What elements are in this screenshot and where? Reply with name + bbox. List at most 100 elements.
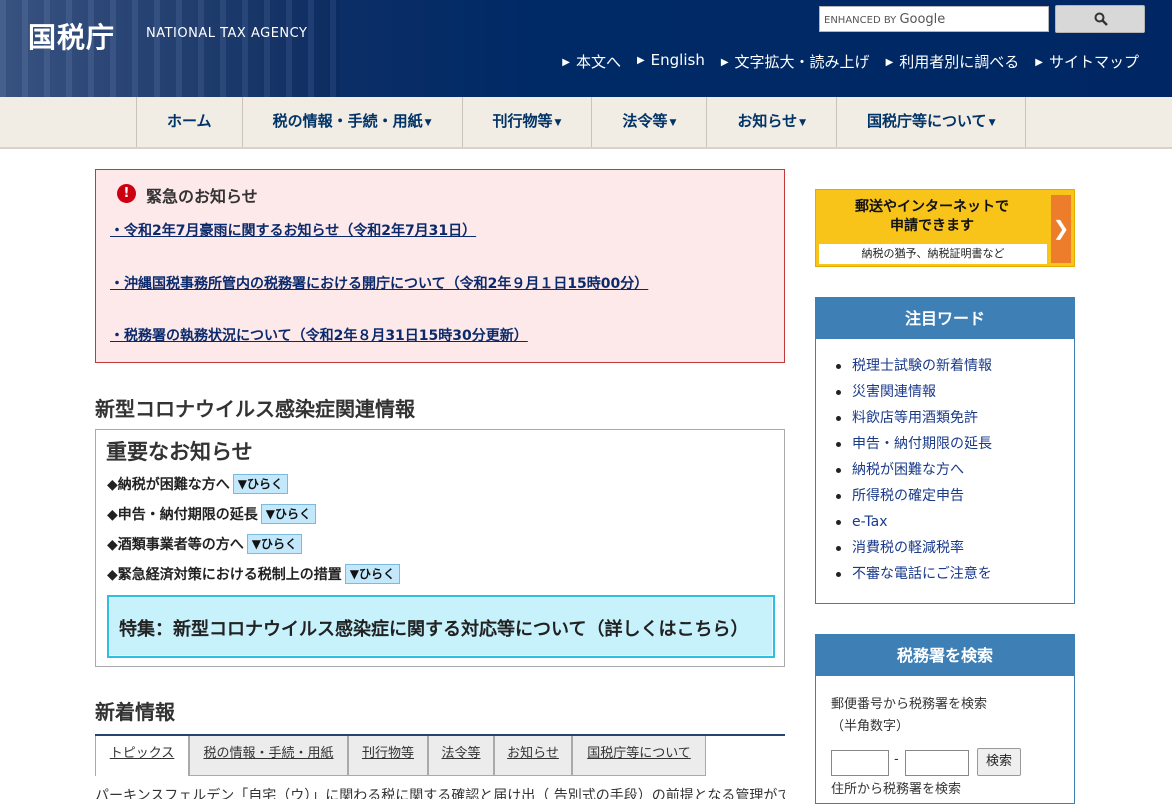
nav-tax-info[interactable]: 税の情報・手続・用紙 ▼ bbox=[243, 97, 463, 147]
keywords-list: 税理士試験の新着情報 災害関連情報 料飲店等用酒類免許 申告・納付期限の延長 納… bbox=[816, 339, 1074, 587]
emergency-link-okinawa-office[interactable]: ・沖縄国税事務所管内の税務署における開庁について（令和2年９月１日15時00分） bbox=[110, 273, 648, 293]
caret-down-icon: ▼ bbox=[799, 118, 806, 128]
banner-subtext: 納税の猶予、納税証明書など bbox=[819, 244, 1047, 264]
util-link-label: 文字拡大・読み上げ bbox=[734, 53, 870, 71]
search-brand-prefix: ENHANCED BY bbox=[824, 15, 897, 26]
emergency-notice-title: 緊急のお知らせ bbox=[146, 187, 258, 206]
site-search-button[interactable] bbox=[1055, 5, 1145, 33]
triangle-right-icon: ▶ bbox=[885, 57, 894, 68]
covid-feature-text: 特集：新型コロナウイルス感染症に関する対応等について（詳しくはこちら） bbox=[119, 619, 749, 640]
triangle-right-icon: ▶ bbox=[636, 55, 645, 66]
banner-line: 郵送やインターネットで bbox=[855, 199, 1009, 215]
important-notice-title: 重要なお知らせ bbox=[106, 440, 253, 464]
emergency-notice-box: ! 緊急のお知らせ ・令和2年7月豪雨に関するお知らせ（令和2年7月31日） ・… bbox=[95, 169, 785, 363]
zip-search-note: （半角数字） bbox=[831, 719, 910, 734]
site-logo[interactable]: 国税庁 bbox=[28, 16, 115, 56]
tab-topics[interactable]: トピックス bbox=[95, 736, 189, 776]
important-item-label: ◆納税が困難な方へ bbox=[107, 477, 230, 493]
caret-down-icon: ▼ bbox=[554, 118, 562, 128]
keyword-link[interactable]: e-Tax bbox=[834, 509, 1074, 535]
util-link-label: 利用者別に調べる bbox=[899, 53, 1020, 71]
nav-label: 国税庁等について bbox=[867, 112, 987, 130]
nav-label: お知らせ bbox=[737, 112, 798, 130]
keyword-link[interactable]: 税理士試験の新着情報 bbox=[834, 353, 1074, 379]
important-item-label: ◆酒類事業者等の方へ bbox=[107, 537, 244, 553]
utility-nav: ▶ 本文へ ▶ English ▶ 文字拡大・読み上げ ▶ 利用者別に調べる ▶ サイトマ… bbox=[562, 51, 1139, 72]
important-item-label: ◆緊急経済対策における税制上の措置 bbox=[107, 567, 342, 583]
tab-tax-info[interactable]: 税の情報・手続・用紙 bbox=[189, 736, 348, 776]
util-link-label: English bbox=[650, 51, 705, 69]
nav-label: 税の情報・手続・用紙 bbox=[272, 112, 423, 130]
emergency-link-office-status[interactable]: ・税務署の執務状況について（令和2年８月31日15時30分更新） bbox=[110, 325, 528, 345]
expand-button[interactable]: ▼ひらく bbox=[232, 474, 289, 494]
expand-button[interactable]: ▼ひらく bbox=[246, 534, 303, 554]
search-brand-name: Google bbox=[899, 12, 946, 27]
caret-down-icon: ▼ bbox=[988, 118, 996, 128]
keywords-title: 注目ワード bbox=[816, 298, 1074, 339]
util-link-english[interactable]: ▶ English bbox=[637, 51, 705, 72]
nav-label: 刊行物等 bbox=[492, 112, 553, 130]
nav-laws[interactable]: 法令等 ▼ bbox=[592, 97, 708, 147]
util-link-main-content[interactable]: ▶ 本文へ bbox=[562, 51, 621, 72]
site-header: 国税庁 NATIONAL TAX AGENCY ENHANCED BY Goog… bbox=[0, 0, 1172, 97]
nav-notices[interactable]: お知らせ ▼ bbox=[707, 97, 837, 147]
address-search-label: 住所から税務署を検索 bbox=[831, 782, 962, 797]
important-item: ◆納税が困難な方へ ▼ひらく bbox=[107, 474, 289, 494]
keyword-link[interactable]: 所得税の確定申告 bbox=[834, 483, 1074, 509]
keyword-link[interactable]: 不審な電話にご注意を bbox=[834, 561, 1074, 587]
keyword-link[interactable]: 料飲店等用酒類免許 bbox=[834, 405, 1074, 431]
zip-search-button[interactable]: 検索 bbox=[977, 748, 1021, 776]
nav-label: 法令等 bbox=[622, 112, 668, 130]
util-link-text-size[interactable]: ▶ 文字拡大・読み上げ bbox=[721, 51, 870, 72]
triangle-right-icon: ▶ bbox=[562, 57, 570, 68]
global-nav: ホーム 税の情報・手続・用紙 ▼ 刊行物等 ▼ 法令等 ▼ お知らせ ▼ 国税庁等につい… bbox=[0, 97, 1172, 149]
keyword-link[interactable]: 申告・納付期限の延長 bbox=[834, 431, 1074, 457]
keyword-link[interactable]: 消費税の軽減税率 bbox=[834, 535, 1074, 561]
tab-notices[interactable]: お知らせ bbox=[494, 736, 572, 776]
important-item-label: ◆申告・納付期限の延長 bbox=[107, 507, 258, 523]
caret-down-icon: ▼ bbox=[424, 118, 432, 128]
util-link-label: サイトマップ bbox=[1048, 53, 1139, 71]
tab-publications[interactable]: 刊行物等 bbox=[348, 736, 428, 776]
zip-code-first-input[interactable] bbox=[831, 750, 889, 776]
tab-about[interactable]: 国税庁等について bbox=[572, 736, 706, 776]
office-search-box: 税務署を検索 郵便番号から税務署を検索 （半角数字） - 検索 住所から税務署を… bbox=[815, 634, 1075, 804]
keyword-link[interactable]: 災害関連情報 bbox=[834, 379, 1074, 405]
news-tabs: トピックス 税の情報・手続・用紙 刊行物等 法令等 お知らせ 国税庁等について bbox=[95, 734, 785, 776]
important-item: ◆申告・納付期限の延長 ▼ひらく bbox=[107, 504, 317, 524]
banner-heading: 郵送やインターネットで 申請できます bbox=[816, 198, 1048, 236]
covid-section-title: 新型コロナウイルス感染症関連情報 bbox=[95, 397, 415, 421]
news-section-title: 新着情報 bbox=[95, 700, 175, 724]
search-icon bbox=[1094, 12, 1108, 26]
important-notice-box: 重要なお知らせ ◆納税が困難な方へ ▼ひらく ◆申告・納付期限の延長 ▼ひらく … bbox=[95, 429, 785, 667]
online-application-banner[interactable]: 郵送やインターネットで 申請できます 納税の猶予、納税証明書など ❯ bbox=[815, 189, 1075, 267]
site-logo-english[interactable]: NATIONAL TAX AGENCY bbox=[146, 26, 307, 41]
util-link-by-user[interactable]: ▶ 利用者別に調べる bbox=[886, 51, 1020, 72]
important-item: ◆緊急経済対策における税制上の措置 ▼ひらく bbox=[107, 564, 400, 584]
banner-line: 申請できます bbox=[890, 218, 974, 234]
office-search-title: 税務署を検索 bbox=[816, 635, 1074, 676]
nav-publications[interactable]: 刊行物等 ▼ bbox=[463, 97, 593, 147]
util-link-label: 本文へ bbox=[575, 53, 621, 71]
nav-label: ホーム bbox=[167, 112, 212, 130]
zip-code-second-input[interactable] bbox=[905, 750, 969, 776]
expand-button[interactable]: ▼ひらく bbox=[260, 504, 317, 524]
covid-feature-link[interactable]: 特集：新型コロナウイルス感染症に関する対応等について（詳しくはこちら） bbox=[107, 595, 775, 658]
nav-home[interactable]: ホーム bbox=[137, 97, 243, 147]
tab-laws[interactable]: 法令等 bbox=[428, 736, 494, 776]
emergency-link-heavy-rain[interactable]: ・令和2年7月豪雨に関するお知らせ（令和2年7月31日） bbox=[110, 220, 476, 240]
util-link-sitemap[interactable]: ▶ サイトマップ bbox=[1035, 51, 1139, 72]
triangle-right-icon: ▶ bbox=[720, 57, 729, 68]
chevron-right-icon: ❯ bbox=[1051, 195, 1071, 263]
keyword-link[interactable]: 納税が困難な方へ bbox=[834, 457, 1074, 483]
zip-search-label: 郵便番号から税務署を検索 bbox=[831, 697, 988, 712]
caret-down-icon: ▼ bbox=[669, 118, 677, 128]
keywords-box: 注目ワード 税理士試験の新着情報 災害関連情報 料飲店等用酒類免許 申告・納付期… bbox=[815, 297, 1075, 604]
nav-about[interactable]: 国税庁等について ▼ bbox=[837, 97, 1027, 147]
expand-button[interactable]: ▼ひらく bbox=[344, 564, 400, 584]
triangle-right-icon: ▶ bbox=[1035, 57, 1043, 68]
zip-dash: - bbox=[894, 752, 899, 767]
site-search-input[interactable]: ENHANCED BY Google bbox=[819, 6, 1049, 32]
search-brand: ENHANCED BY Google bbox=[824, 12, 945, 27]
exclamation-icon: ! bbox=[117, 184, 136, 203]
